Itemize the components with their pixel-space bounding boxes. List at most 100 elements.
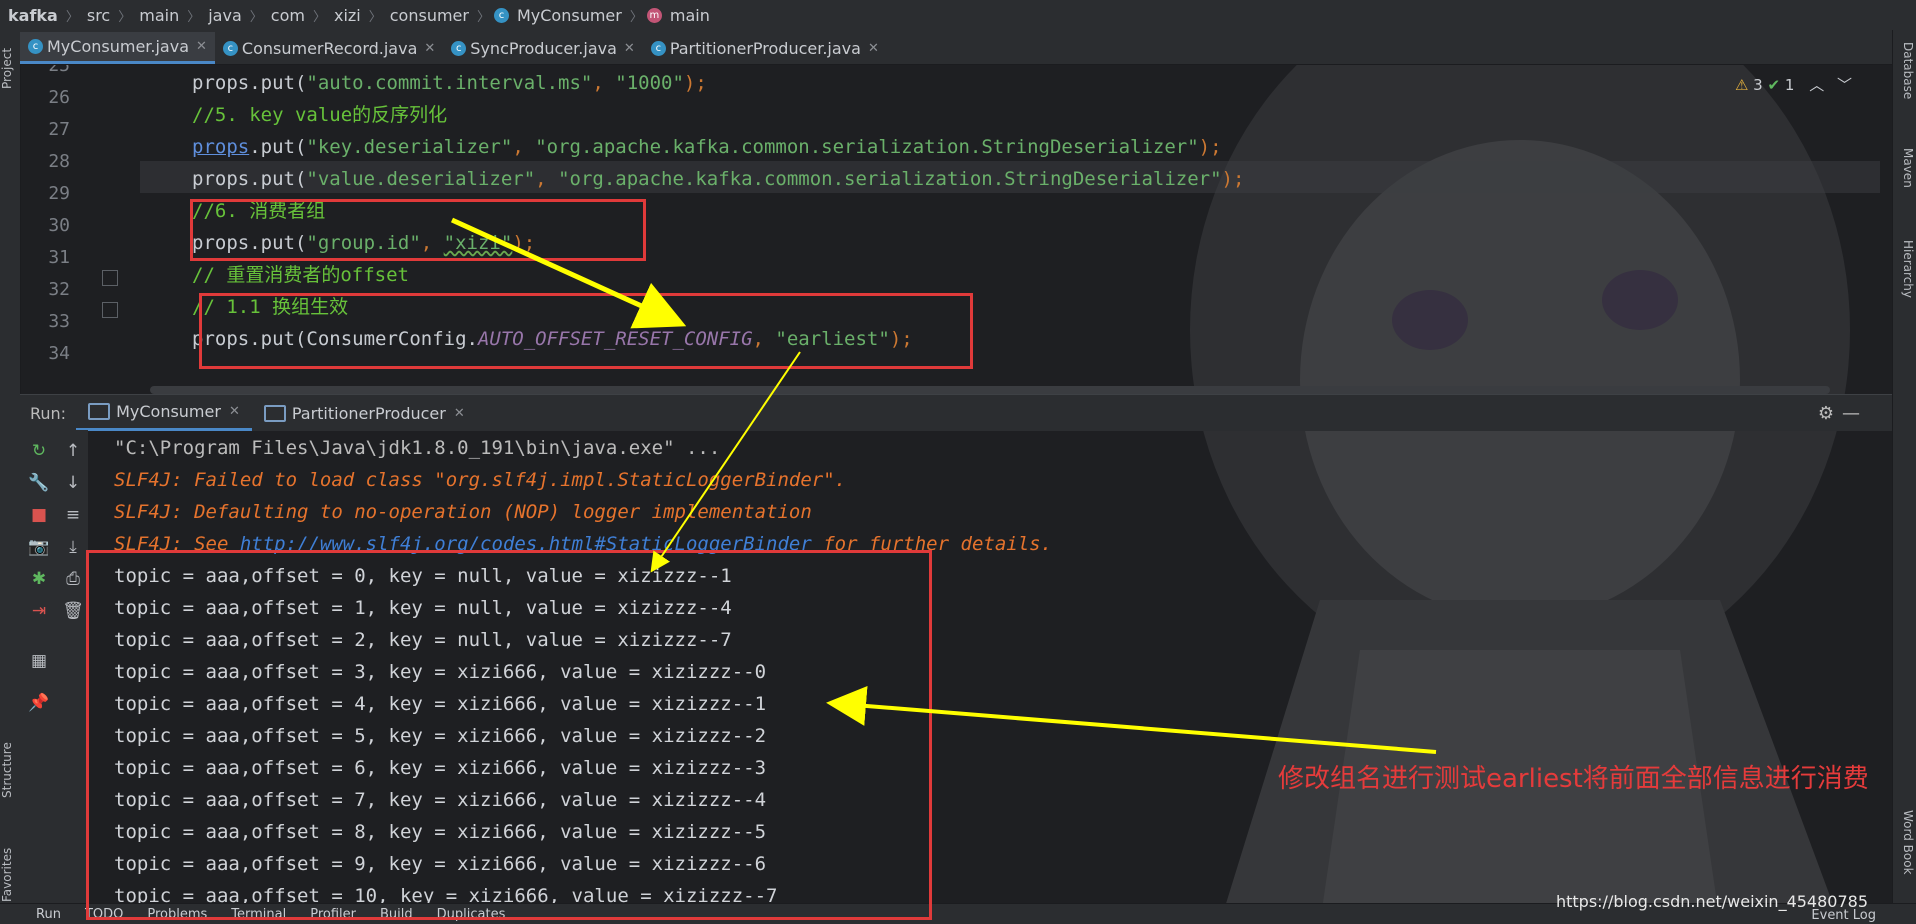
- line-number: 30: [48, 215, 70, 236]
- code-line-31: // 重置消费者的offset: [192, 264, 409, 286]
- arrow-down-icon[interactable]: ↓: [62, 472, 84, 494]
- console-record-line: topic = aaa,offset = 2, key = null, valu…: [114, 629, 732, 651]
- tab-syncproducer[interactable]: c SyncProducer.java ✕: [443, 32, 643, 64]
- console-record-line: topic = aaa,offset = 8, key = xizi666, v…: [114, 821, 767, 843]
- breadcrumb-java[interactable]: java: [204, 6, 246, 25]
- line-number: 34: [48, 343, 70, 364]
- breadcrumb-com[interactable]: com: [267, 6, 309, 25]
- word-book-tool-button[interactable]: Word Book: [1895, 810, 1915, 875]
- fold-marker-icon[interactable]: [102, 302, 118, 318]
- close-icon[interactable]: ✕: [868, 41, 879, 56]
- breadcrumb-class[interactable]: MyConsumer: [513, 6, 626, 25]
- class-icon: c: [493, 7, 509, 23]
- chevron-up-icon[interactable]: ︿: [1809, 76, 1824, 94]
- code-area[interactable]: props.put("auto.commit.interval.ms", "10…: [140, 64, 1880, 394]
- run-tab-label: PartitionerProducer: [291, 403, 446, 423]
- structure-tool-button[interactable]: Structure: [0, 730, 20, 810]
- code-line-33: props.put(ConsumerConfig.AUTO_OFFSET_RES…: [192, 328, 913, 350]
- maven-tool-button[interactable]: Maven: [1895, 148, 1915, 188]
- check-icon: ✔: [1767, 76, 1781, 94]
- breadcrumb-xizi[interactable]: xizi: [330, 6, 365, 25]
- code-line-30: props.put("group.id", "xizi");: [192, 232, 536, 254]
- close-icon[interactable]: ✕: [624, 41, 635, 56]
- soft-wrap-icon[interactable]: ≡: [62, 504, 84, 526]
- left-tool-stripe: Project Structure Favorites: [0, 30, 21, 923]
- run-tab-partitionerproducer[interactable]: PartitionerProducer ✕: [252, 395, 477, 431]
- debug-icon[interactable]: ✱: [28, 568, 50, 590]
- tab-consumerrecord[interactable]: c ConsumerRecord.java ✕: [215, 32, 443, 64]
- class-icon: c: [451, 40, 467, 56]
- class-icon: c: [28, 39, 43, 54]
- console-command-line: "C:\Program Files\Java\jdk1.8.0_191\bin\…: [114, 437, 721, 459]
- layout-icon[interactable]: ▦: [28, 650, 50, 672]
- class-icon: c: [650, 40, 666, 56]
- run-toolbar: ↻ 🔧 ■ 📷 ✱ ⇥ ▦ 📌 ↑ ↓ ≡ ⤓ ⎙ 🗑: [20, 430, 88, 903]
- close-icon[interactable]: ✕: [229, 404, 240, 419]
- bottom-todo-button[interactable]: TODO: [73, 907, 135, 922]
- run-label: Run:: [30, 403, 67, 423]
- bottom-run-button[interactable]: Run: [0, 907, 73, 922]
- console-record-line: topic = aaa,offset = 7, key = xizi666, v…: [114, 789, 767, 811]
- pin-icon[interactable]: 📌: [28, 692, 50, 714]
- event-log-button[interactable]: Event Log: [1811, 908, 1876, 923]
- project-tool-button[interactable]: Project: [0, 38, 20, 98]
- breadcrumb-consumer[interactable]: consumer: [386, 6, 473, 25]
- editor-horizontal-scrollbar[interactable]: [150, 386, 1830, 394]
- warning-count: 3: [1753, 76, 1763, 94]
- console-record-line: topic = aaa,offset = 9, key = xizi666, v…: [114, 853, 767, 875]
- bottom-problems-button[interactable]: Problems: [135, 907, 219, 922]
- tab-partitionerproducer[interactable]: c PartitionerProducer.java ✕: [643, 32, 887, 64]
- console-error-line: SLF4J: See http://www.slf4j.org/codes.ht…: [114, 533, 1053, 555]
- code-line-26: //5. key value的反序列化: [192, 104, 448, 126]
- breadcrumb-src[interactable]: src: [83, 6, 114, 25]
- chevron-right-icon: 〉: [187, 9, 201, 25]
- code-line-27: props.put("key.deserializer", "org.apach…: [192, 136, 1222, 158]
- close-icon[interactable]: ✕: [196, 39, 207, 54]
- trash-icon[interactable]: 🗑: [62, 600, 84, 622]
- line-number: 31: [48, 247, 70, 268]
- tab-label: SyncProducer.java: [470, 38, 617, 58]
- method-icon: m: [646, 7, 662, 23]
- tab-label: PartitionerProducer.java: [669, 38, 861, 58]
- console-record-line: topic = aaa,offset = 6, key = xizi666, v…: [114, 757, 767, 779]
- line-number: 28: [48, 151, 70, 172]
- close-icon[interactable]: ✕: [454, 406, 465, 421]
- camera-icon[interactable]: 📷: [28, 536, 50, 558]
- tab-label: MyConsumer.java: [47, 37, 189, 56]
- scroll-to-end-icon[interactable]: ⤓: [62, 536, 84, 558]
- breadcrumb-method[interactable]: main: [666, 6, 714, 25]
- arrow-up-icon[interactable]: ↑: [62, 440, 84, 462]
- wrench-icon[interactable]: 🔧: [28, 472, 50, 494]
- console-record-line: topic = aaa,offset = 4, key = xizi666, v…: [114, 693, 767, 715]
- chevron-right-icon: 〉: [368, 9, 382, 25]
- hierarchy-tool-button[interactable]: Hierarchy: [1895, 240, 1915, 298]
- tab-myconsumer[interactable]: c MyConsumer.java ✕: [20, 32, 215, 64]
- minimize-icon[interactable]: —: [1842, 403, 1860, 424]
- line-number: 33: [48, 311, 70, 332]
- run-tab-myconsumer[interactable]: MyConsumer ✕: [76, 395, 252, 431]
- bottom-profiler-button[interactable]: Profiler: [298, 907, 368, 922]
- inspection-widget[interactable]: ⚠ 3 ✔ 1 ︿ ﹀: [1735, 74, 1852, 95]
- bottom-terminal-button[interactable]: Terminal: [219, 907, 298, 922]
- bottom-duplicates-button[interactable]: Duplicates: [425, 907, 518, 922]
- database-tool-button[interactable]: Database: [1895, 42, 1915, 99]
- print-icon[interactable]: ⎙: [62, 568, 84, 590]
- console-record-line: topic = aaa,offset = 3, key = xizi666, v…: [114, 661, 767, 683]
- console-output[interactable]: "C:\Program Files\Java\jdk1.8.0_191\bin\…: [88, 430, 1892, 907]
- breadcrumb-project[interactable]: kafka: [0, 6, 62, 25]
- bottom-build-button[interactable]: Build: [368, 907, 425, 922]
- close-icon[interactable]: ✕: [424, 41, 435, 56]
- console-error-line: SLF4J: Failed to load class "org.slf4j.i…: [114, 469, 847, 491]
- code-editor[interactable]: 25 26 27 28 29 30 31 32 33 34 props.put(…: [20, 55, 1892, 394]
- line-number: 26: [48, 87, 70, 108]
- rerun-icon[interactable]: ↻: [28, 440, 50, 462]
- chevron-down-icon[interactable]: ﹀: [1837, 76, 1852, 94]
- stop-icon[interactable]: ■: [28, 504, 50, 526]
- console-icon: [263, 404, 286, 422]
- breadcrumb-main[interactable]: main: [135, 6, 183, 25]
- fold-marker-icon[interactable]: [102, 270, 118, 286]
- slf4j-link[interactable]: http://www.slf4j.org/codes.html#StaticLo…: [240, 533, 812, 555]
- gear-icon[interactable]: ⚙: [1818, 403, 1834, 424]
- exit-icon[interactable]: ⇥: [28, 600, 50, 622]
- line-gutter: 25 26 27 28 29 30 31 32 33 34: [20, 55, 140, 394]
